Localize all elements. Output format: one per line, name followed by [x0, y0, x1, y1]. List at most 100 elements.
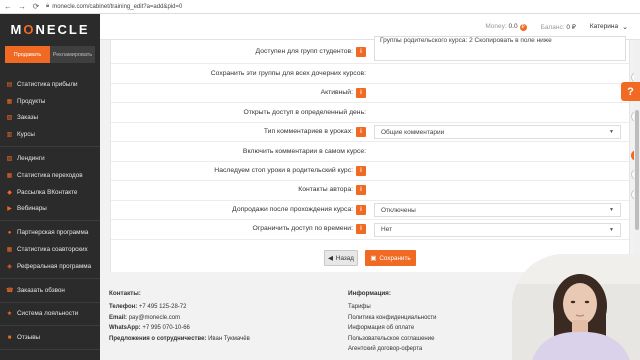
sidebar-item[interactable]: ● Партнерская программа: [0, 224, 100, 241]
page-scrollbar[interactable]: [634, 40, 640, 272]
select-value: Нет: [381, 226, 393, 233]
balance-value: 0 ₽: [566, 23, 576, 31]
sidebar-item[interactable]: ▧ Лендинги: [0, 150, 100, 167]
sidebar-item[interactable]: ▶ Вебинары: [0, 201, 100, 218]
sidebar-item[interactable]: ▥ Курсы: [0, 126, 100, 143]
help-button[interactable]: ?: [621, 82, 640, 101]
chart-icon: ▤: [6, 81, 13, 88]
form-row: Контакты автора: i: [111, 181, 640, 201]
sidebar-item[interactable]: ▦ Продукты: [0, 93, 100, 110]
sidebar-item-label: Лендинги: [17, 155, 45, 163]
comment-icon: ■: [7, 334, 12, 341]
sidebar-item[interactable]: ★ Система лояльности: [0, 306, 100, 323]
form-label: Включить комментарии в самом курсе:: [242, 147, 366, 155]
sidebar-item[interactable]: ◈ Реферальная программа: [0, 258, 100, 275]
email-link[interactable]: pay@monecle.com: [129, 315, 180, 321]
footer-link[interactable]: Пользовательское соглашение: [348, 334, 437, 345]
logo[interactable]: MONECLE: [0, 14, 100, 44]
info-icon[interactable]: i: [356, 87, 366, 98]
form-row: Открыть доступ в определенный день:: [111, 103, 640, 123]
sidebar-group: ★ Система лояльности: [0, 303, 100, 327]
book-icon: ▥: [6, 132, 13, 139]
info-icon[interactable]: i: [356, 224, 366, 235]
footer-link[interactable]: Информация об оплате: [348, 323, 437, 334]
footer-contacts: Контакты: Телефон: +7 495 125-28-72 Emai…: [109, 290, 250, 342]
sidebar-item[interactable]: ◆ Рассылка ВКонтакте: [0, 184, 100, 201]
sidebar-item-label: Заказать обзвон: [17, 286, 65, 294]
sidebar-item-label: Партнерская программа: [17, 229, 89, 237]
contacts-title: Контакты:: [109, 290, 141, 297]
select-dropdown[interactable]: Отключены ▼: [374, 203, 621, 217]
address-bar[interactable]: 🔒︎ monecle.com/cabinet/training_edit?a=a…: [46, 3, 182, 10]
form-label: Доступен для групп студентов: i: [111, 46, 368, 57]
footer-link[interactable]: Тарифы: [348, 302, 437, 313]
form-row-groups: Доступен для групп студентов: i Группы ро…: [111, 36, 631, 64]
form-label: Допродажи после прохождения курса: i: [111, 204, 368, 215]
star-icon: ★: [6, 311, 13, 318]
sidebar-group: ☎ Заказать обзвон: [0, 279, 100, 303]
box-icon: ▦: [6, 98, 13, 105]
select-dropdown[interactable]: Нет ▼: [374, 222, 621, 237]
caret-down-icon: ▼: [609, 207, 614, 213]
sidebar-item[interactable]: ▦ Статистика соавторских: [0, 241, 100, 258]
info-icon[interactable]: i: [356, 165, 366, 176]
sidebar-item-label: Система лояльности: [17, 310, 79, 318]
sidebar-item-label: Курсы: [17, 131, 35, 139]
mode-tabs: Продавать Рекламировать: [5, 46, 95, 63]
coin-icon: ₽: [519, 23, 527, 31]
sidebar-item[interactable]: ■ Отзывы: [0, 329, 100, 346]
info-icon[interactable]: i: [356, 185, 366, 196]
form-label: Сохранить эти группы для всех дочерних к…: [210, 69, 366, 77]
tab-sell[interactable]: Продавать: [5, 46, 50, 63]
form-label: Наследуем стоп уроки в родительский курс…: [111, 165, 368, 176]
whatsapp-value[interactable]: +7 995 070-10-66: [142, 325, 190, 331]
lock-icon: 🔒︎: [46, 3, 50, 9]
sidebar: MONECLE Продавать Рекламировать ▤ Статист…: [0, 14, 100, 360]
sidebar-group: ▤ Статистика прибыли ▦ Продукты ▨ Заказы ▥ Курс…: [0, 73, 100, 148]
sidebar-item[interactable]: ▦ Статистика переходов: [0, 167, 100, 184]
chevron-down-icon: ⌄: [622, 23, 628, 31]
sidebar-menu: ▤ Статистика прибыли ▦ Продукты ▨ Заказы ▥ Курс…: [0, 73, 100, 351]
sidebar-item[interactable]: ▨ Заказы: [0, 110, 100, 127]
form-actions: ◀ Назад ▣ Сохранить: [324, 250, 416, 266]
footer-link[interactable]: Агентский договор-оферта: [348, 344, 437, 355]
select-value: Отключены: [381, 206, 416, 214]
form-label: Тип комментариев в уроках: i: [111, 126, 368, 137]
stats-icon: ▦: [6, 172, 13, 179]
select-dropdown[interactable]: Общие комментарии ▼: [374, 125, 621, 139]
save-disk-icon: ▣: [370, 254, 377, 262]
sidebar-item-label: Статистика прибыли: [17, 80, 78, 88]
partner-name: Иван Тукмачёв: [208, 335, 250, 342]
sidebar-group: ■ Отзывы: [0, 326, 100, 351]
vk-icon: ◆: [7, 189, 12, 196]
groups-textarea[interactable]: Группы родительского курса: 2 Скопироват…: [374, 36, 626, 61]
info-title: Информация:: [348, 290, 391, 297]
back-arrow-icon[interactable]: ←: [4, 2, 12, 11]
logo-text: MONECLE: [10, 21, 90, 37]
tab-advertise[interactable]: Рекламировать: [50, 46, 95, 63]
caret-down-icon: ▼: [609, 129, 614, 135]
save-button[interactable]: ▣ Сохранить: [365, 250, 416, 266]
scrollbar-thumb[interactable]: [635, 110, 639, 230]
sidebar-item-label: Статистика переходов: [17, 171, 83, 179]
phone-value[interactable]: +7 495 125-28-72: [139, 304, 187, 310]
sidebar-item-label: Продукты: [17, 97, 46, 105]
forward-arrow-icon[interactable]: →: [18, 2, 26, 11]
link-icon: ◈: [7, 263, 12, 270]
form-label: Контакты автора: i: [111, 185, 368, 196]
sidebar-item-label: Отзывы: [17, 334, 41, 342]
back-button[interactable]: ◀ Назад: [324, 250, 358, 266]
user-menu[interactable]: Катерина ⌄: [590, 23, 628, 31]
reload-icon[interactable]: ⟳: [32, 2, 40, 11]
form-row: Допродажи после прохождения курса: i Отклю…: [111, 201, 631, 220]
info-icon[interactable]: i: [356, 46, 366, 57]
presenter-video: [512, 254, 640, 360]
footer-link[interactable]: Политика конфиденциальности: [348, 313, 437, 324]
balance-display: Баланс: 0 ₽: [541, 23, 576, 31]
sidebar-item[interactable]: ▤ Статистика прибыли: [0, 76, 100, 93]
sidebar-item[interactable]: ☎ Заказать обзвон: [0, 282, 100, 299]
user-name: Катерина: [589, 23, 619, 30]
url-text: monecle.com/cabinet/training_edit?a=add&…: [52, 3, 183, 10]
info-icon[interactable]: i: [356, 126, 366, 137]
info-icon[interactable]: i: [356, 204, 366, 215]
